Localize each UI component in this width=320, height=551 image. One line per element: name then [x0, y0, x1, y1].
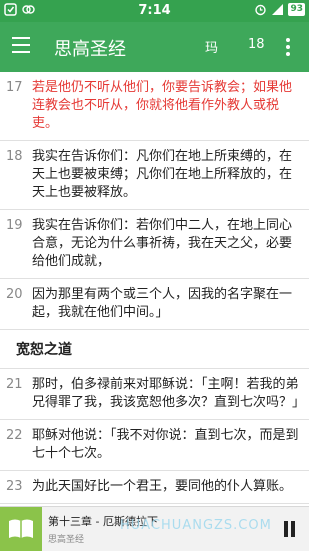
font-size-button[interactable]: 18 [248, 37, 265, 52]
pause-icon[interactable] [284, 521, 298, 537]
verse-item[interactable]: 17 若是他仍不听从他们，你要告诉教会；如果他连教会也不听从，你就将他看作外教人… [0, 72, 309, 141]
book-select-button[interactable]: 玛 [205, 37, 218, 56]
audio-player[interactable]: 第十三章 - 厄斯德拉下 思高圣经 HUACHUANGZS.COM [0, 506, 309, 551]
verse-item[interactable]: 21 那时，伯多禄前来对耶稣说：「主啊！若我的弟兄得罪了我，我该宽恕他多次？直到… [0, 369, 309, 420]
verse-number: 17 [6, 80, 23, 95]
status-right-icons: 93 [254, 3, 305, 16]
verse-number: 21 [6, 377, 23, 392]
verse-item[interactable]: 22 耶稣对他说：「我不对你说：直到七次，而是到七十个七次。 [0, 420, 309, 471]
verse-item[interactable]: 23 为此天国好比一个君王，要同他的仆人算账。 [0, 471, 309, 504]
verse-text: 耶稣对他说：「我不对你说：直到七次，而是到七十个七次。 [32, 428, 299, 461]
verse-item[interactable]: 19 我实在告诉你们：若你们中二人，在地上同心合意，无论为什么事祈祷，我在天之父… [0, 210, 309, 279]
app-bar: 思高圣经 玛 18 [0, 22, 309, 72]
verse-text: 若是他仍不听从他们，你要告诉教会；如果他连教会也不听从，你就将他看作外教人或税吏… [32, 80, 293, 131]
verse-number: 20 [6, 287, 23, 302]
verse-text: 我实在告诉你们：凡你们在地上所束缚的，在天上也要被束缚；凡你们在地上所释放的，在… [32, 149, 293, 200]
verse-text: 为此天国好比一个君王，要同他的仆人算账。 [32, 479, 293, 494]
status-bar: 7:14 93 [0, 0, 309, 22]
verse-item[interactable]: 18 我实在告诉你们：凡你们在地上所束缚的，在天上也要被束缚；凡你们在地上所释放… [0, 141, 309, 210]
watermark-text: HUACHUANGZS.COM [120, 518, 272, 533]
more-options-icon[interactable] [285, 38, 291, 56]
player-subtitle: 思高圣经 [48, 535, 85, 545]
battery-indicator: 93 [288, 3, 305, 16]
verse-text: 那时，伯多禄前来对耶稣说：「主啊！若我的弟兄得罪了我，我该宽恕他多次？直到七次吗… [32, 377, 306, 410]
verse-number: 18 [6, 149, 23, 164]
book-cover-icon [0, 507, 42, 551]
verse-item[interactable]: 20 因为那里有两个或三个人，因我的名字聚在一起，我就在他们中间。」 [0, 279, 309, 330]
section-heading: 宽恕之道 [0, 330, 309, 369]
verse-list[interactable]: 17 若是他仍不听从他们，你要告诉教会；如果他连教会也不听从，你就将他看作外教人… [0, 72, 309, 506]
menu-icon[interactable] [12, 37, 32, 57]
app-title: 思高圣经 [54, 39, 126, 60]
verse-number: 23 [6, 479, 23, 494]
signal-icon [272, 4, 284, 15]
verse-text: 我实在告诉你们：若你们中二人，在地上同心合意，无论为什么事祈祷，我在天之父，必要… [32, 218, 293, 269]
verse-number: 19 [6, 218, 23, 233]
verse-text: 因为那里有两个或三个人，因我的名字聚在一起，我就在他们中间。」 [32, 287, 293, 320]
alarm-icon [255, 4, 267, 16]
verse-number: 22 [6, 428, 23, 443]
